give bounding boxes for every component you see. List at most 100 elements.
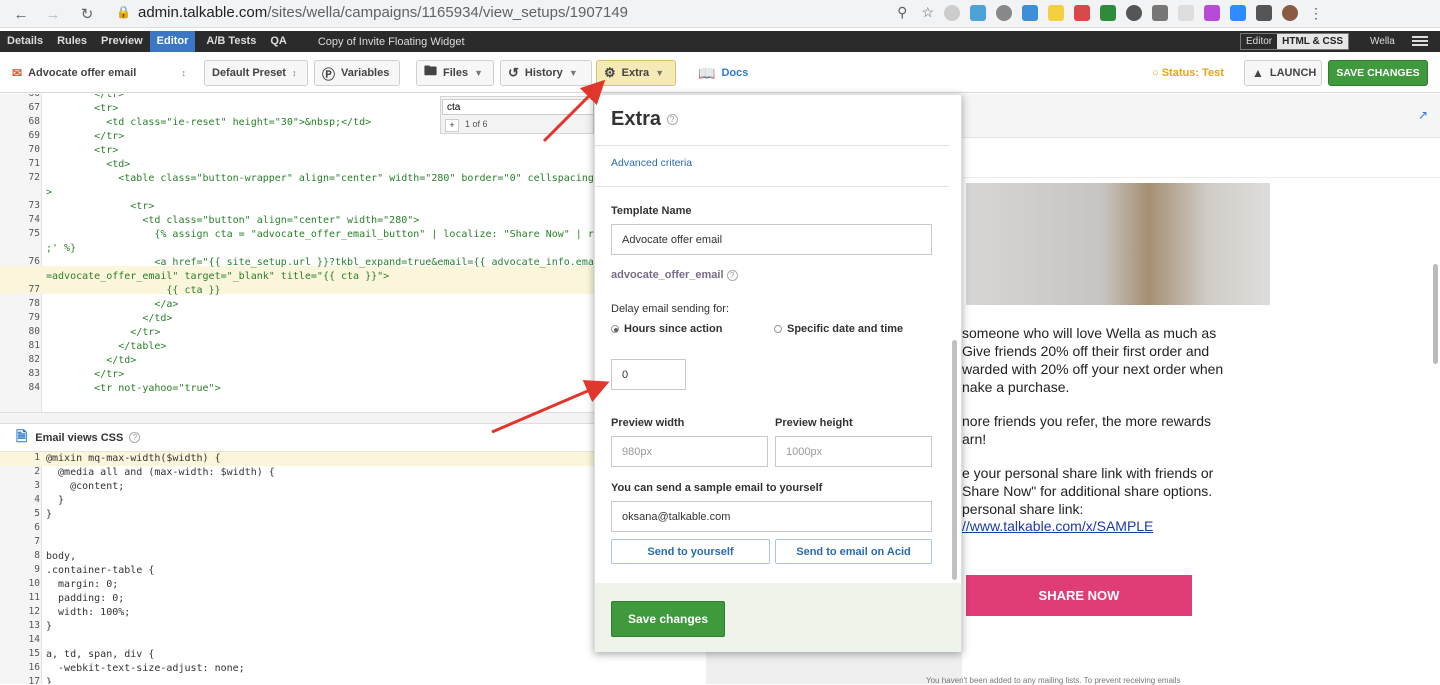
line-number: 2 xyxy=(34,466,40,477)
line-number: 83 xyxy=(28,368,40,379)
avatar[interactable] xyxy=(1282,5,1298,21)
docs-link[interactable]: 📖 Docs xyxy=(698,60,748,86)
preset-label: Default Preset xyxy=(212,67,286,79)
share-now-button[interactable]: SHARE NOW xyxy=(966,575,1192,616)
css-panel-title: Email views CSS xyxy=(35,431,124,444)
code-line: </tr> xyxy=(46,327,161,338)
abp-extension-icon[interactable] xyxy=(996,5,1012,21)
paw-extension-icon[interactable] xyxy=(944,5,960,21)
email-icon: ✉ xyxy=(12,66,23,80)
preview-width-input[interactable]: 980px xyxy=(611,436,768,467)
html-css-mode-option[interactable]: HTML & CSS xyxy=(1277,34,1349,49)
line-number: 5 xyxy=(34,508,40,519)
popup-scrollbar[interactable] xyxy=(952,340,957,580)
docs-icon: 📖 xyxy=(698,64,716,81)
find-expand-button[interactable]: + xyxy=(445,119,459,132)
popup-save-changes-button[interactable]: Save changes xyxy=(611,601,725,637)
view-select[interactable]: ✉ Advocate offer email ↕ xyxy=(12,60,190,86)
preview-text-line: warded with 20% off your next order when xyxy=(962,361,1224,377)
back-icon[interactable]: ← xyxy=(8,2,34,26)
list-extension-icon[interactable] xyxy=(1256,5,1272,21)
code-line: </tr> xyxy=(46,131,125,142)
line-number: 84 xyxy=(28,382,40,393)
line-number: 14 xyxy=(28,634,40,645)
doc-extension-icon[interactable] xyxy=(1048,5,1064,21)
code-line: ;' %} xyxy=(46,243,77,254)
css-code-editor[interactable]: 1 @mixin mq-max-width($width) {2 @media a… xyxy=(0,452,594,684)
share-link[interactable]: //www.talkable.com/x/SAMPLE xyxy=(962,517,1153,535)
preview-scrollbar[interactable] xyxy=(1433,264,1438,364)
tab-rules[interactable]: Rules xyxy=(50,31,94,52)
stats-extension-icon[interactable] xyxy=(1100,5,1116,21)
circle-extension-icon[interactable] xyxy=(1126,5,1142,21)
code-line: </table> xyxy=(46,341,167,352)
advanced-criteria-link[interactable]: Advanced criteria xyxy=(611,157,692,169)
radio-hours-since-action[interactable]: Hours since action xyxy=(611,323,722,335)
code-line: .container-table { xyxy=(46,565,155,576)
tab-editor[interactable]: Editor xyxy=(149,31,196,52)
reload-icon[interactable]: ↻ xyxy=(74,2,100,26)
files-button[interactable]: 🖿 Files ▼ xyxy=(416,60,494,86)
tab-ab-tests[interactable]: A/B Tests xyxy=(199,31,263,52)
help-icon[interactable]: ? xyxy=(129,432,141,443)
code-line: padding: 0; xyxy=(46,593,125,604)
feather-extension-icon[interactable] xyxy=(1204,5,1220,21)
launch-button[interactable]: ▲ LAUNCH xyxy=(1244,60,1322,86)
code-line: <tr> xyxy=(46,145,119,156)
history-icon: ↺ xyxy=(508,65,519,80)
help-icon[interactable]: ? xyxy=(666,114,678,126)
page-extension-icon[interactable] xyxy=(1178,5,1194,21)
chevron-down-icon: ▼ xyxy=(655,68,665,78)
send-to-yourself-button[interactable]: Send to yourself xyxy=(611,539,770,564)
zoom-icon[interactable]: ⚲ xyxy=(897,4,907,21)
editor-mode-toggle[interactable]: Editor HTML & CSS xyxy=(1240,33,1350,50)
extra-icon: ⚙ xyxy=(604,65,616,80)
variables-button[interactable]: Ⓟ Variables xyxy=(314,60,400,86)
preview-text-line: nore friends you refer, the more rewards xyxy=(962,413,1212,429)
tab-details[interactable]: Details xyxy=(0,31,50,52)
open-external-icon[interactable]: ↗ xyxy=(1418,108,1428,122)
editor-mode-option[interactable]: Editor xyxy=(1241,34,1277,49)
address-bar[interactable]: 🔒 admin.talkable.com/sites/wella/campaig… xyxy=(108,1,934,23)
code-line: <td class="ie-reset" height="30">&nbsp;<… xyxy=(46,117,372,128)
off-extension-icon[interactable] xyxy=(1152,5,1168,21)
site-name[interactable]: Wella xyxy=(1370,31,1395,52)
zoom-extension-icon[interactable] xyxy=(1230,5,1246,21)
code-line: </tr> xyxy=(46,94,125,100)
save-changes-button[interactable]: SAVE CHANGES xyxy=(1328,60,1428,86)
code-line: =advocate_offer_email" target="_blank" t… xyxy=(46,271,390,282)
history-button[interactable]: ↺ History ▼ xyxy=(500,60,592,86)
tab-qa[interactable]: QA xyxy=(263,31,294,52)
preview-height-input[interactable]: 1000px xyxy=(775,436,932,467)
line-number: 66 xyxy=(0,94,40,99)
radio-unchecked-icon xyxy=(774,325,782,333)
find-input[interactable] xyxy=(442,99,594,115)
extra-button[interactable]: ⚙ Extra ▼ xyxy=(596,60,676,86)
app-topbar: Details Rules Preview Editor A/B Tests Q… xyxy=(0,31,1440,52)
line-number: 11 xyxy=(28,592,40,603)
forward-icon[interactable]: → xyxy=(40,2,66,26)
code-line: <tr> xyxy=(46,201,155,212)
delay-hours-input[interactable]: 0 xyxy=(611,359,686,390)
chevron-down-icon: ▼ xyxy=(474,68,484,78)
drive-extension-icon[interactable] xyxy=(970,5,986,21)
code-line: <td> xyxy=(46,159,131,170)
radio-specific-date[interactable]: Specific date and time xyxy=(774,323,903,335)
tab-preview[interactable]: Preview xyxy=(94,31,150,52)
line-number: 4 xyxy=(34,494,40,505)
extensions-bar: ⋮ xyxy=(944,2,1324,24)
color-extension-icon[interactable] xyxy=(1074,5,1090,21)
line-number: 8 xyxy=(34,550,40,561)
template-name-input[interactable]: Advocate offer email xyxy=(611,224,932,255)
html-code-editor[interactable]: 66 </tr> 67 <tr> 68 <td class="ie-reset" h… xyxy=(0,94,594,412)
kebab-menu-icon[interactable]: ⋮ xyxy=(1308,5,1324,21)
help-icon[interactable]: ? xyxy=(726,269,738,281)
star-icon[interactable]: ☆ xyxy=(921,4,934,21)
launch-label: LAUNCH xyxy=(1269,67,1317,79)
send-to-email-on-acid-button[interactable]: Send to email on Acid xyxy=(775,539,932,564)
sample-email-input[interactable]: oksana@talkable.com xyxy=(611,501,932,532)
hamburger-menu-icon[interactable] xyxy=(1412,34,1428,48)
preset-select[interactable]: Default Preset ↕ xyxy=(204,60,308,86)
line-number: 10 xyxy=(28,578,40,589)
grammar-extension-icon[interactable] xyxy=(1022,5,1038,21)
